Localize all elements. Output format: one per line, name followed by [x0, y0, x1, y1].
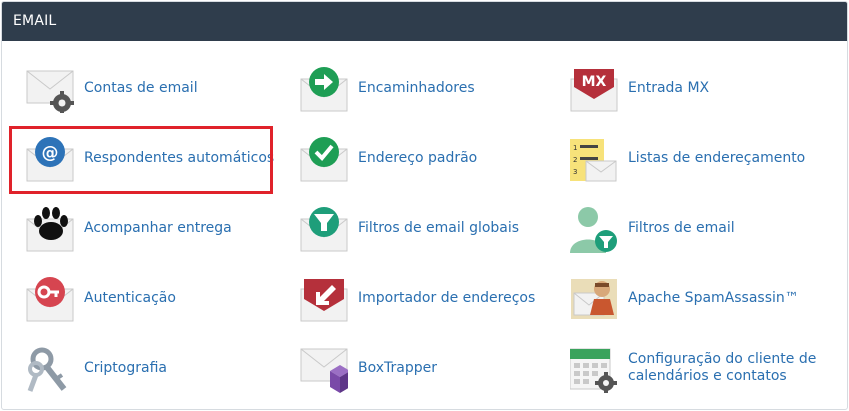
- paw-print-icon: [26, 207, 74, 252]
- boxtrapper-label: BoxTrapper: [358, 360, 437, 376]
- address-importer-link[interactable]: Importador de endereços: [300, 271, 540, 327]
- panel-title: EMAIL: [13, 13, 57, 29]
- envelope-gear-icon: [26, 70, 74, 113]
- track-delivery-label: Acompanhar entrega: [84, 220, 232, 236]
- keys-icon: [27, 347, 67, 392]
- forwarders-link[interactable]: Encaminhadores: [300, 61, 530, 117]
- email-panel: EMAIL Contas de email Encaminhadores MX …: [1, 1, 848, 410]
- envelope-box-icon: [300, 348, 348, 393]
- global-filter-icon: [300, 207, 348, 252]
- email-accounts-link[interactable]: Contas de email: [26, 61, 256, 117]
- global-email-filters-label: Filtros de email globais: [358, 220, 520, 236]
- track-delivery-link[interactable]: Acompanhar entrega: [26, 201, 256, 257]
- forward-arrow-icon: [300, 67, 348, 112]
- mx-entry-link[interactable]: MX Entrada MX: [570, 61, 800, 117]
- email-accounts-label: Contas de email: [84, 80, 198, 96]
- calendar-gear-icon: [570, 348, 617, 393]
- calendar-contacts-config-link[interactable]: Configuração do cliente de calendários e …: [570, 341, 830, 397]
- email-filters-label: Filtros de email: [628, 220, 735, 236]
- global-email-filters-link[interactable]: Filtros de email globais: [300, 201, 540, 257]
- highlight-box: [9, 126, 273, 194]
- mailing-lists-label: Listas de endereçamento: [628, 150, 806, 166]
- svg-text:2: 2: [573, 156, 577, 164]
- checkmark-envelope-icon: [300, 137, 348, 182]
- panel-header: EMAIL: [2, 2, 847, 41]
- default-address-label: Endereço padrão: [358, 150, 478, 166]
- authentication-label: Autenticação: [84, 290, 176, 306]
- mailing-list-icon: 1 2 3: [570, 139, 617, 182]
- default-address-link[interactable]: Endereço padrão: [300, 131, 530, 187]
- encryption-link[interactable]: Criptografia: [26, 341, 256, 397]
- spamassassin-label: Apache SpamAssassin™: [628, 290, 799, 306]
- mx-envelope-icon: MX: [570, 69, 618, 112]
- svg-text:1: 1: [573, 144, 577, 152]
- mx-badge: MX: [582, 74, 607, 90]
- email-filters-link[interactable]: Filtros de email: [570, 201, 800, 257]
- forwarders-label: Encaminhadores: [358, 80, 475, 96]
- mx-entry-label: Entrada MX: [628, 80, 710, 96]
- user-filter-icon: [570, 207, 617, 253]
- key-envelope-icon: [26, 277, 74, 322]
- spamassassin-link[interactable]: Apache SpamAssassin™: [570, 271, 820, 327]
- svg-text:3: 3: [573, 168, 577, 176]
- encryption-label: Criptografia: [84, 360, 167, 376]
- address-importer-label: Importador de endereços: [358, 290, 536, 306]
- spamassassin-icon: [571, 279, 617, 319]
- mailing-lists-link[interactable]: 1 2 3 Listas de endereçamento: [570, 131, 820, 187]
- import-arrow-icon: [300, 279, 348, 322]
- authentication-link[interactable]: Autenticação: [26, 271, 256, 327]
- boxtrapper-link[interactable]: BoxTrapper: [300, 341, 530, 397]
- calendar-contacts-config-label: Configuração do cliente de calendários e …: [628, 351, 817, 384]
